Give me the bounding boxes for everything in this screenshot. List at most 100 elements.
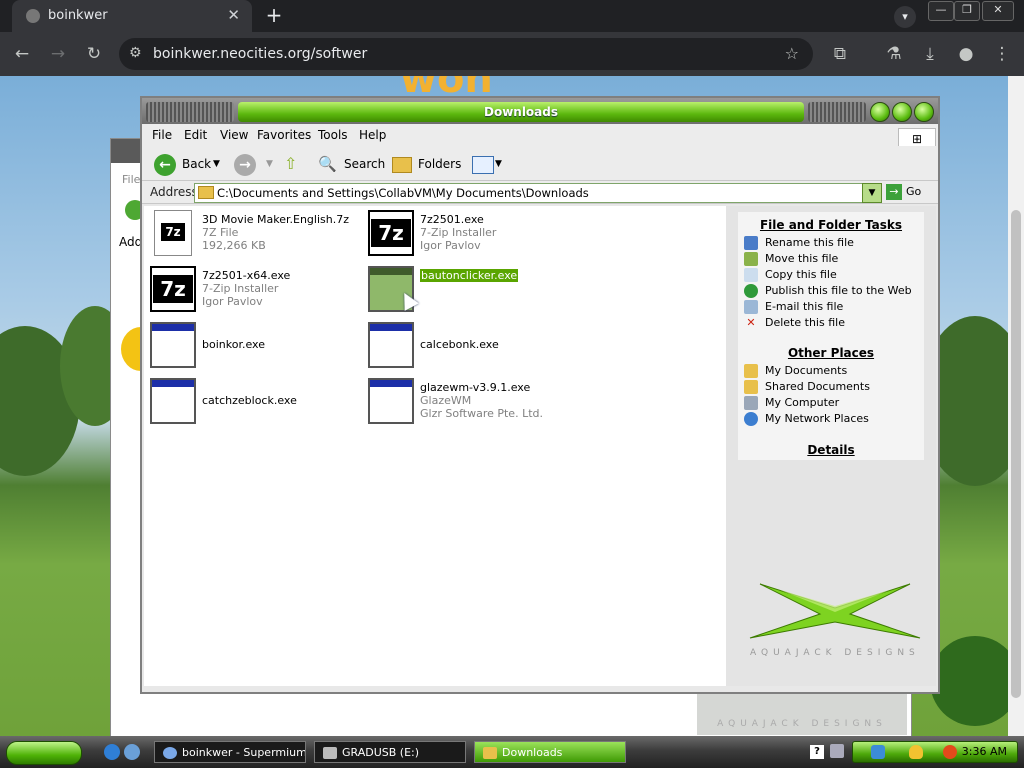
window-maximize-button[interactable] xyxy=(892,102,912,122)
tree xyxy=(930,636,1008,726)
start-button[interactable] xyxy=(6,741,82,765)
delete-file-link[interactable]: ✕ Delete this file xyxy=(744,316,845,332)
new-tab-button[interactable]: + xyxy=(262,4,286,28)
address-bar[interactable]: ⚙ boinkwer.neocities.org/softwer ☆ xyxy=(119,38,813,70)
bookmark-star-icon[interactable]: ☆ xyxy=(785,44,799,63)
x-logo-icon xyxy=(749,583,921,639)
menu-favorites[interactable]: Favorites xyxy=(257,128,311,142)
go-label: Go xyxy=(906,185,922,198)
download-icon[interactable]: ⤓ xyxy=(918,42,942,66)
search-button[interactable]: Search xyxy=(344,153,385,175)
browser-tab[interactable]: boinkwer ✕ xyxy=(12,0,252,32)
my-documents-link[interactable]: My Documents xyxy=(744,364,847,380)
file-description: 7-Zip Installer xyxy=(202,282,279,295)
extensions-icon[interactable]: ⧉ xyxy=(828,42,852,66)
network-icon[interactable] xyxy=(871,745,885,759)
go-button[interactable]: → Go xyxy=(886,183,921,201)
up-folder-icon[interactable]: ⇧ xyxy=(284,153,297,175)
file-publisher: Glzr Software Pte. Ltd. xyxy=(420,407,543,420)
file-item[interactable]: glazewm-v3.9.1.exe GlazeWM Glzr Software… xyxy=(368,378,578,430)
address-field[interactable]: C:\Documents and Settings\CollabVM\My Do… xyxy=(194,183,868,203)
details-header[interactable]: Details xyxy=(738,443,924,457)
address-toolbar: Address C:\Documents and Settings\Collab… xyxy=(142,181,938,204)
file-item[interactable]: 7z 7z2501-x64.exe 7-Zip Installer Igor P… xyxy=(150,266,360,318)
window-minimize-button[interactable] xyxy=(870,102,890,122)
security-shield-icon[interactable] xyxy=(909,745,923,759)
outlook-express-icon[interactable] xyxy=(124,744,140,760)
shared-documents-link[interactable]: Shared Documents xyxy=(744,380,870,396)
address-path: C:\Documents and Settings\CollabVM\My Do… xyxy=(217,186,589,200)
file-item[interactable]: catchzeblock.exe xyxy=(150,378,360,430)
file-folder-tasks-header[interactable]: File and Folder Tasks xyxy=(738,218,924,232)
file-item[interactable]: boinkor.exe xyxy=(150,322,360,374)
forward-dropdown-icon[interactable]: ▼ xyxy=(266,153,273,175)
views-icon[interactable] xyxy=(472,156,494,174)
back-dropdown-icon[interactable]: ▼ xyxy=(213,153,220,175)
menu-edit[interactable]: Edit xyxy=(184,128,207,142)
publish-web-link[interactable]: Publish this file to the Web xyxy=(744,284,912,300)
aquajack-logo-text: AQUAJACK DESIGNS xyxy=(750,648,920,658)
profile-avatar-icon[interactable]: ● xyxy=(954,42,978,66)
email-file-label: E-mail this file xyxy=(765,300,844,313)
taskbar-downloads-label: Downloads xyxy=(502,746,563,759)
site-info-icon[interactable]: ⚙ xyxy=(129,45,142,61)
tray-expand-icon[interactable] xyxy=(830,744,844,758)
taskbar-item-browser[interactable]: boinkwer - Supermium xyxy=(154,741,306,763)
forward-icon[interactable]: → xyxy=(234,154,256,176)
menu-tools[interactable]: Tools xyxy=(318,128,348,142)
search-icon[interactable]: 🔍 xyxy=(318,153,337,175)
reload-icon[interactable]: ↻ xyxy=(82,42,106,66)
my-network-places-link[interactable]: My Network Places xyxy=(744,412,869,428)
my-computer-link[interactable]: My Computer xyxy=(744,396,839,412)
background-menu-file[interactable]: File xyxy=(122,173,140,186)
search-tray-icon[interactable] xyxy=(943,745,957,759)
page-scrollbar[interactable] xyxy=(1008,76,1024,736)
restore-button[interactable]: ❐ xyxy=(954,1,980,21)
window-titlebar[interactable]: Downloads xyxy=(142,98,938,124)
file-size: 192,266 KB xyxy=(202,239,266,252)
close-window-button[interactable]: ✕ xyxy=(982,1,1014,21)
page-scrollbar-thumb[interactable] xyxy=(1011,210,1021,698)
address-dropdown-icon[interactable]: ▼ xyxy=(862,183,882,203)
file-item[interactable]: calcebonk.exe xyxy=(368,322,578,374)
help-icon[interactable]: ? xyxy=(810,745,824,759)
tab-title: boinkwer xyxy=(48,8,108,23)
views-dropdown-icon[interactable]: ▼ xyxy=(495,153,502,175)
minimize-button[interactable]: — xyxy=(928,1,954,21)
taskbar: boinkwer - Supermium GRADUSB (E:) Downlo… xyxy=(0,736,1024,768)
file-name: 3D Movie Maker.English.7z xyxy=(202,213,349,226)
copy-file-link[interactable]: Copy this file xyxy=(744,268,837,284)
menu-help[interactable]: Help xyxy=(359,128,386,142)
window-close-button[interactable] xyxy=(914,102,934,122)
back-arrow-icon[interactable]: ← xyxy=(10,42,34,66)
file-item[interactable]: 7z 3D Movie Maker.English.7z 7Z File 192… xyxy=(150,210,360,262)
close-tab-icon[interactable]: ✕ xyxy=(227,6,240,24)
file-name: 7z2501.exe xyxy=(420,213,484,226)
email-file-link[interactable]: E-mail this file xyxy=(744,300,843,316)
taskbar-item-downloads[interactable]: Downloads xyxy=(474,741,626,763)
rename-file-link[interactable]: Rename this file xyxy=(744,236,854,252)
tab-search-button[interactable]: ▾ xyxy=(894,6,916,28)
move-file-link[interactable]: Move this file xyxy=(744,252,838,268)
my-network-places-label: My Network Places xyxy=(765,412,869,425)
labs-flask-icon[interactable]: ⚗ xyxy=(882,42,906,66)
internet-explorer-icon[interactable] xyxy=(104,744,120,760)
folders-icon[interactable] xyxy=(392,157,412,173)
delete-file-label: Delete this file xyxy=(765,316,845,329)
application-icon xyxy=(368,378,414,424)
forward-arrow-icon[interactable]: → xyxy=(46,42,70,66)
menu-view[interactable]: View xyxy=(220,128,248,142)
menu-file[interactable]: File xyxy=(152,128,172,142)
folders-button[interactable]: Folders xyxy=(418,153,461,175)
back-icon[interactable]: ← xyxy=(154,154,176,176)
back-button[interactable]: Back xyxy=(182,153,211,175)
file-item[interactable]: 7z 7z2501.exe 7-Zip Installer Igor Pavlo… xyxy=(368,210,578,262)
copy-file-label: Copy this file xyxy=(765,268,837,281)
background-window-titlebar xyxy=(111,139,143,163)
site-banner-text: won xyxy=(400,76,493,102)
file-item-selected[interactable]: bautonclicker.exe xyxy=(368,266,578,318)
menu-kebab-icon[interactable]: ⋮ xyxy=(990,42,1014,66)
aquajack-x-logo: AQUAJACK DESIGNS xyxy=(740,576,930,676)
taskbar-item-drive[interactable]: GRADUSB (E:) xyxy=(314,741,466,763)
other-places-header[interactable]: Other Places xyxy=(738,346,924,360)
